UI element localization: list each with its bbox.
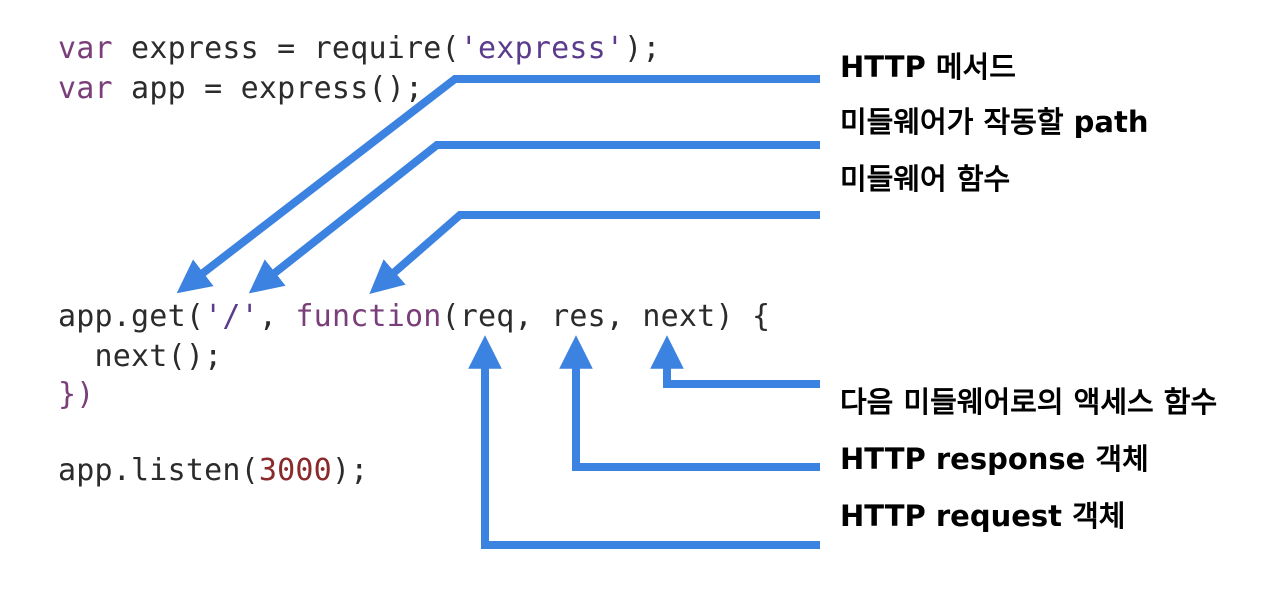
arrow-next — [650, 335, 820, 388]
label-path: 미들웨어가 작동할 path — [840, 105, 1149, 139]
arrow-response — [559, 335, 820, 471]
arrow-http-method — [176, 75, 820, 294]
label-request: HTTP request 객체 — [840, 499, 1126, 533]
label-middleware-fn: 미들웨어 함수 — [840, 162, 1011, 196]
label-next-fn: 다음 미들웨어로의 액세스 함수 — [840, 385, 1218, 419]
label-http-method: HTTP 메서드 — [840, 50, 1016, 84]
label-response: HTTP response 객체 — [840, 442, 1149, 476]
express-middleware-diagram: var express = require('express'); var ap… — [0, 0, 1278, 600]
arrow-middleware-fn — [369, 211, 820, 295]
